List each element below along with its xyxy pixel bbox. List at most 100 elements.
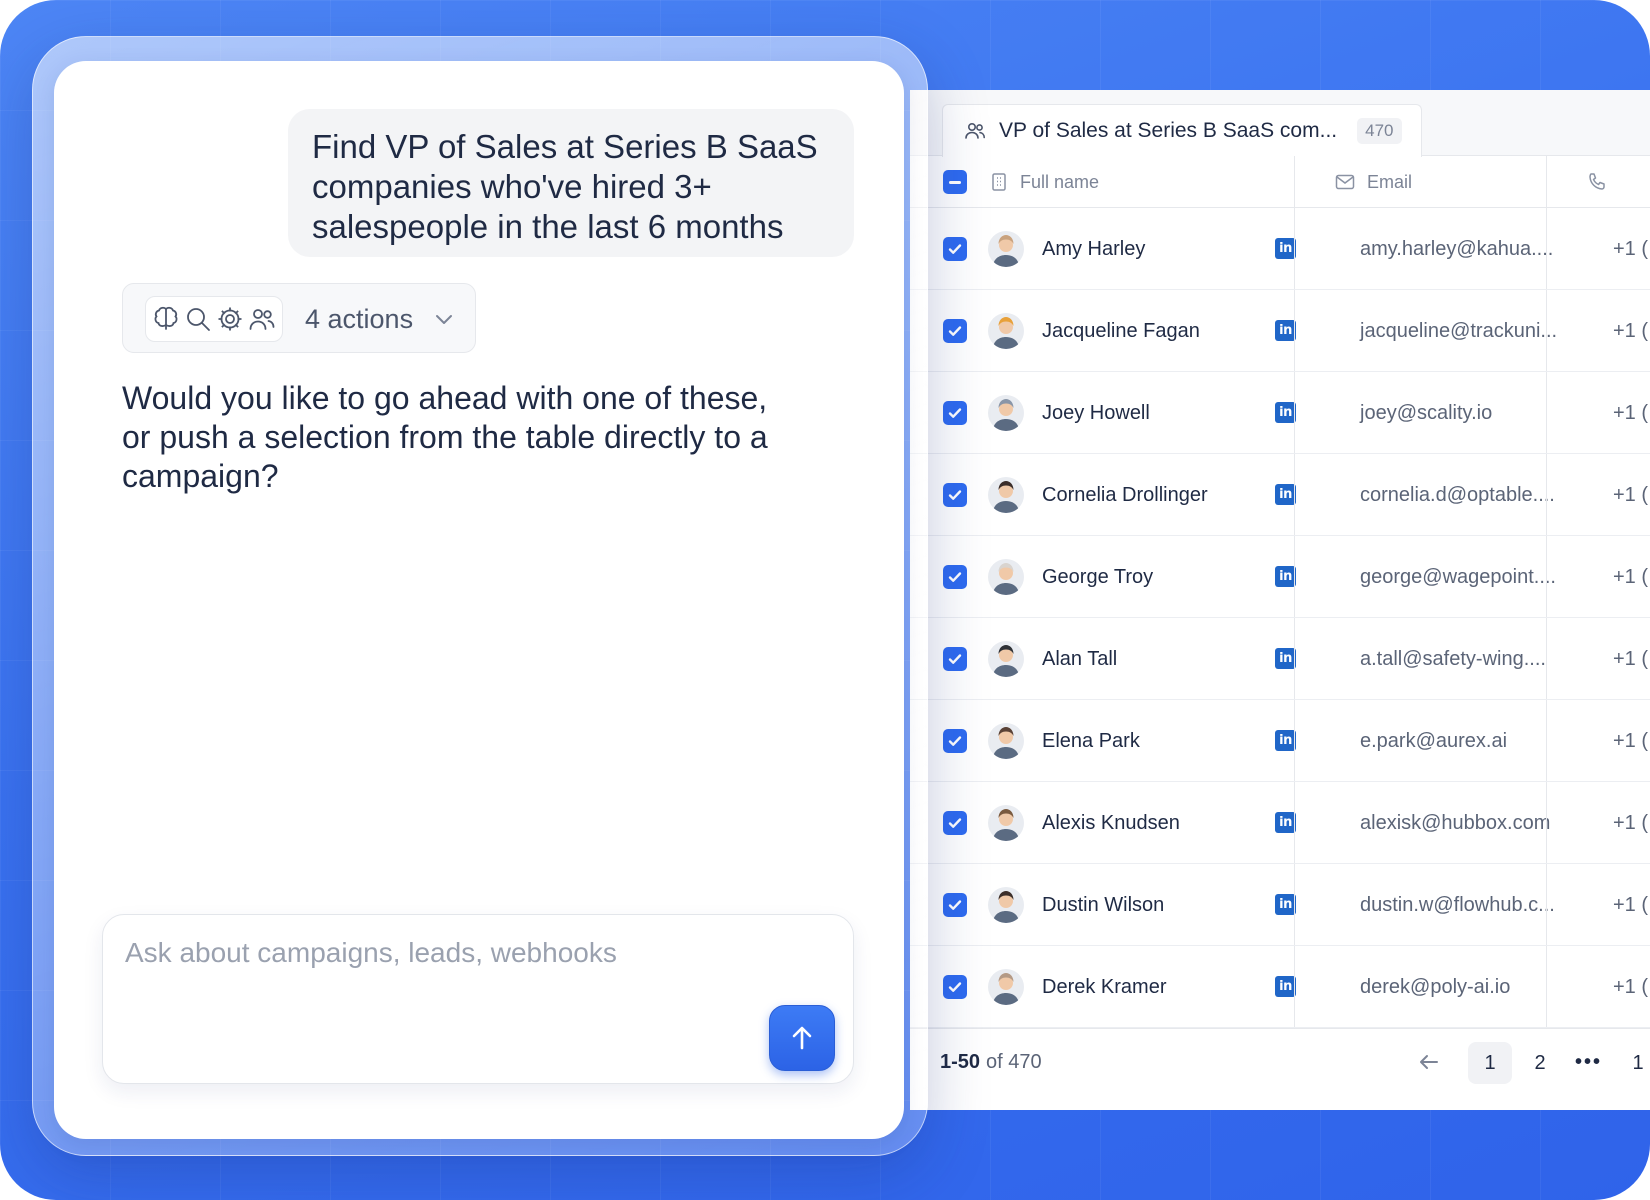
person-avatar-icon <box>988 805 1024 841</box>
pagination-range: 1-50 of 470 <box>940 1029 1042 1095</box>
table-row[interactable]: Joey Howell in joey@scality.io +1 ( <box>910 372 1650 454</box>
chat-panel: Find VP of Sales at Series B SaaS compan… <box>54 61 904 1139</box>
table-row[interactable]: Cornelia Drollinger in cornelia.d@optable.… <box>910 454 1650 536</box>
assistant-message: Would you like to go ahead with one of t… <box>122 380 768 494</box>
person-avatar-icon <box>988 231 1024 267</box>
linkedin-icon[interactable]: in <box>1275 402 1296 423</box>
row-full-name: George Troy <box>1042 565 1154 588</box>
column-divider <box>1294 618 1295 699</box>
actions-toggle[interactable]: 4 actions <box>122 283 476 353</box>
row-email: george@wagepoint.... <box>1360 565 1556 588</box>
check-icon <box>948 572 962 582</box>
row-checkbox[interactable] <box>943 483 967 507</box>
linkedin-icon[interactable]: in <box>1275 566 1296 587</box>
column-divider <box>1294 864 1295 945</box>
linkedin-icon[interactable]: in <box>1275 648 1296 669</box>
user-message-bubble: Find VP of Sales at Series B SaaS compan… <box>288 109 854 257</box>
table-header: Full name Email <box>910 156 1650 208</box>
pagination-ellipsis[interactable]: ••• <box>1575 1029 1602 1095</box>
column-divider <box>1294 782 1295 863</box>
check-icon <box>948 326 962 336</box>
table-row[interactable]: Alexis Knudsen in alexisk@hubbox.com +1 ( <box>910 782 1650 864</box>
column-divider <box>1294 290 1295 371</box>
tab-title: VP of Sales at Series B SaaS com... <box>999 119 1338 142</box>
arrow-left-icon[interactable] <box>1415 1048 1443 1076</box>
brain-icon <box>154 306 178 330</box>
gear-icon <box>218 307 242 331</box>
linkedin-icon[interactable]: in <box>1275 812 1296 833</box>
chat-input[interactable] <box>125 931 785 975</box>
row-checkbox[interactable] <box>943 647 967 671</box>
check-icon <box>948 408 962 418</box>
person-avatar-icon <box>988 887 1024 923</box>
avatar <box>988 559 1024 595</box>
table-row[interactable]: Derek Kramer in derek@poly-ai.io +1 ( <box>910 946 1650 1028</box>
chat-composer <box>102 914 854 1084</box>
row-checkbox[interactable] <box>943 729 967 753</box>
row-phone: +1 ( <box>1613 237 1649 260</box>
row-phone: +1 ( <box>1613 975 1649 998</box>
page-button-1[interactable]: 1 <box>1468 1042 1512 1084</box>
table-row[interactable]: George Troy in george@wagepoint.... +1 ( <box>910 536 1650 618</box>
avatar <box>988 395 1024 431</box>
row-email: jacqueline@trackuni... <box>1360 319 1558 342</box>
person-avatar-icon <box>988 641 1024 677</box>
linkedin-icon[interactable]: in <box>1275 238 1296 259</box>
row-email: derek@poly-ai.io <box>1360 975 1511 998</box>
row-checkbox[interactable] <box>943 401 967 425</box>
row-full-name: Amy Harley <box>1042 237 1146 260</box>
row-checkbox[interactable] <box>943 565 967 589</box>
linkedin-icon[interactable]: in <box>1275 320 1296 341</box>
pagination-total: of 470 <box>986 1050 1042 1073</box>
check-icon <box>948 818 962 828</box>
select-all-checkbox[interactable] <box>943 170 967 194</box>
linkedin-icon[interactable]: in <box>1275 484 1296 505</box>
page-button-last[interactable]: 1 <box>1616 1042 1650 1084</box>
row-full-name: Joey Howell <box>1042 401 1150 424</box>
avatar <box>988 887 1024 923</box>
table-row[interactable]: Jacqueline Fagan in jacqueline@trackuni...… <box>910 290 1650 372</box>
column-header-email[interactable]: Email <box>1335 156 1412 208</box>
column-divider <box>1294 536 1295 617</box>
tab-leads-list[interactable]: VP of Sales at Series B SaaS com... 470 <box>942 104 1422 157</box>
table-body: Amy Harley in amy.harley@kahua.... +1 (Jacq… <box>910 208 1650 1028</box>
avatar <box>988 313 1024 349</box>
table-row[interactable]: Amy Harley in amy.harley@kahua.... +1 ( <box>910 208 1650 290</box>
background-stage: VP of Sales at Series B SaaS com... 470 … <box>0 0 1650 1200</box>
row-checkbox[interactable] <box>943 811 967 835</box>
linkedin-icon[interactable]: in <box>1275 730 1296 751</box>
row-email: amy.harley@kahua.... <box>1360 237 1554 260</box>
users-icon <box>249 309 275 330</box>
phone-icon <box>1589 173 1605 190</box>
person-avatar-icon <box>988 723 1024 759</box>
page-button-2[interactable]: 2 <box>1518 1042 1562 1084</box>
linkedin-icon[interactable]: in <box>1275 976 1296 997</box>
table-row[interactable]: Alan Tall in a.tall@safety-wing.... +1 ( <box>910 618 1650 700</box>
building-icon <box>992 173 1006 191</box>
row-phone: +1 ( <box>1613 483 1649 506</box>
table-row[interactable]: Dustin Wilson in dustin.w@flowhub.c... +1 ( <box>910 864 1650 946</box>
send-button[interactable] <box>769 1005 835 1071</box>
row-email: joey@scality.io <box>1360 401 1493 424</box>
check-icon <box>948 490 962 500</box>
row-phone: +1 ( <box>1613 319 1649 342</box>
row-checkbox[interactable] <box>943 975 967 999</box>
column-divider <box>1294 946 1295 1027</box>
row-full-name: Cornelia Drollinger <box>1042 483 1208 506</box>
row-checkbox[interactable] <box>943 893 967 917</box>
row-checkbox[interactable] <box>943 237 967 261</box>
row-full-name: Dustin Wilson <box>1042 893 1165 916</box>
row-checkbox[interactable] <box>943 319 967 343</box>
column-header-full-name[interactable]: Full name <box>990 156 1099 208</box>
column-label-full-name: Full name <box>1020 171 1100 192</box>
column-divider <box>1546 290 1547 371</box>
column-divider <box>1294 454 1295 535</box>
linkedin-icon[interactable]: in <box>1275 894 1296 915</box>
search-icon <box>187 308 210 331</box>
column-header-phone[interactable] <box>1587 156 1619 208</box>
row-email: e.park@aurex.ai <box>1360 729 1508 752</box>
pagination-bar: 1-50 of 470 1 2 ••• 1 <box>910 1028 1650 1094</box>
person-avatar-icon <box>988 969 1024 1005</box>
table-row[interactable]: Elena Park in e.park@aurex.ai +1 ( <box>910 700 1650 782</box>
row-phone: +1 ( <box>1613 893 1649 916</box>
